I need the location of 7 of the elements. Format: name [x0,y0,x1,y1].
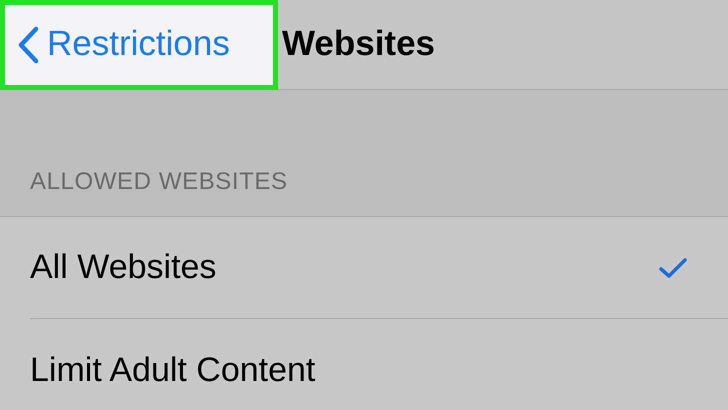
section-header: ALLOWED WEBSITES [30,167,288,197]
back-button[interactable]: Restrictions [0,0,278,90]
list-row[interactable]: Limit Adult Content [30,319,728,410]
back-chevron-icon [17,26,39,64]
list-row[interactable]: All Websites [30,217,728,319]
page-title: Websites [282,23,436,66]
checkmark-icon [658,256,688,280]
